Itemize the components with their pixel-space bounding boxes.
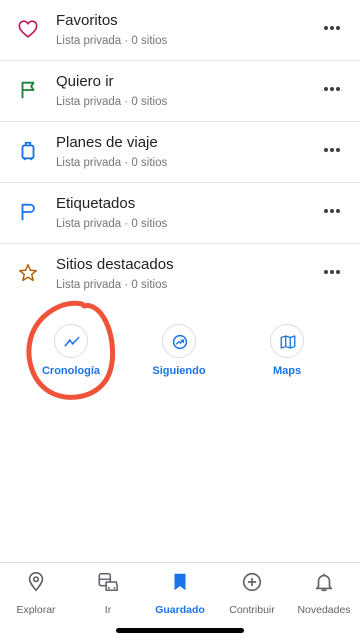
- shortcut-label: Cronología: [41, 365, 101, 377]
- more-options-icon[interactable]: [324, 26, 340, 32]
- list-item-quiero-ir[interactable]: Quiero ir Lista privada · 0 sitios: [0, 61, 360, 122]
- list-title: Quiero ir: [56, 73, 114, 90]
- shortcut-label: Maps: [272, 365, 302, 377]
- commute-icon: [98, 572, 118, 592]
- list-item-sitios-destacados[interactable]: Sitios destacados Lista privada · 0 siti…: [0, 244, 360, 305]
- suitcase-icon: [21, 141, 35, 161]
- map-icon: [280, 335, 296, 349]
- shortcut-cronologia[interactable]: Cronología: [21, 324, 121, 377]
- more-options-icon[interactable]: [324, 270, 340, 276]
- shortcut-siguiendo[interactable]: Siguiendo: [129, 324, 229, 377]
- more-options-icon[interactable]: [324, 148, 340, 154]
- list-title: Planes de viaje: [56, 134, 158, 151]
- add-circle-icon: [242, 572, 262, 592]
- list-subtitle: Lista privada · 0 sitios: [56, 218, 168, 230]
- tab-label: Novedades: [297, 604, 351, 616]
- tab-explorar[interactable]: Explorar: [0, 571, 72, 616]
- flag-icon: [21, 81, 35, 99]
- list-title: Etiquetados: [56, 195, 136, 212]
- shortcut-maps[interactable]: Maps: [237, 324, 337, 377]
- heart-icon: [18, 20, 38, 38]
- list-item-planes-de-viaje[interactable]: Planes de viaje Lista privada · 0 sitios: [0, 122, 360, 183]
- more-options-icon[interactable]: [324, 209, 340, 215]
- tab-label: Guardado: [155, 604, 205, 616]
- shortcuts-row: Cronología Siguiendo Maps: [0, 324, 360, 384]
- list-title: Sitios destacados: [56, 256, 174, 273]
- more-options-icon[interactable]: [324, 87, 340, 93]
- location-pin-icon: [28, 572, 44, 592]
- tab-contribuir[interactable]: Contribuir: [216, 571, 288, 616]
- label-flag-icon: [21, 203, 35, 221]
- shortcut-label: Siguiendo: [152, 365, 206, 377]
- list-subtitle: Lista privada · 0 sitios: [56, 157, 168, 169]
- list-subtitle: Lista privada · 0 sitios: [56, 96, 168, 108]
- shortcut-circle: [270, 324, 304, 358]
- home-indicator[interactable]: [116, 628, 244, 633]
- timeline-icon: [64, 336, 80, 347]
- tab-ir[interactable]: Ir: [72, 571, 144, 616]
- list-item-favoritos[interactable]: Favoritos Lista privada · 0 sitios: [0, 0, 360, 61]
- list-title: Favoritos: [56, 12, 118, 29]
- list-item-etiquetados[interactable]: Etiquetados Lista privada · 0 sitios: [0, 183, 360, 244]
- bookmark-icon: [174, 573, 186, 591]
- tab-label: Contribuir: [229, 604, 275, 616]
- saved-lists: Favoritos Lista privada · 0 sitios Quier…: [0, 0, 360, 305]
- tab-label: Explorar: [16, 604, 56, 616]
- tab-label: Ir: [104, 604, 112, 616]
- shortcut-circle: [162, 324, 196, 358]
- list-subtitle: Lista privada · 0 sitios: [56, 35, 168, 47]
- list-subtitle: Lista privada · 0 sitios: [56, 279, 168, 291]
- bell-icon: [315, 573, 333, 592]
- tab-novedades[interactable]: Novedades: [288, 571, 360, 616]
- following-icon: [172, 334, 188, 350]
- tab-guardado[interactable]: Guardado: [144, 571, 216, 616]
- star-icon: [19, 264, 37, 282]
- shortcut-circle: [54, 324, 88, 358]
